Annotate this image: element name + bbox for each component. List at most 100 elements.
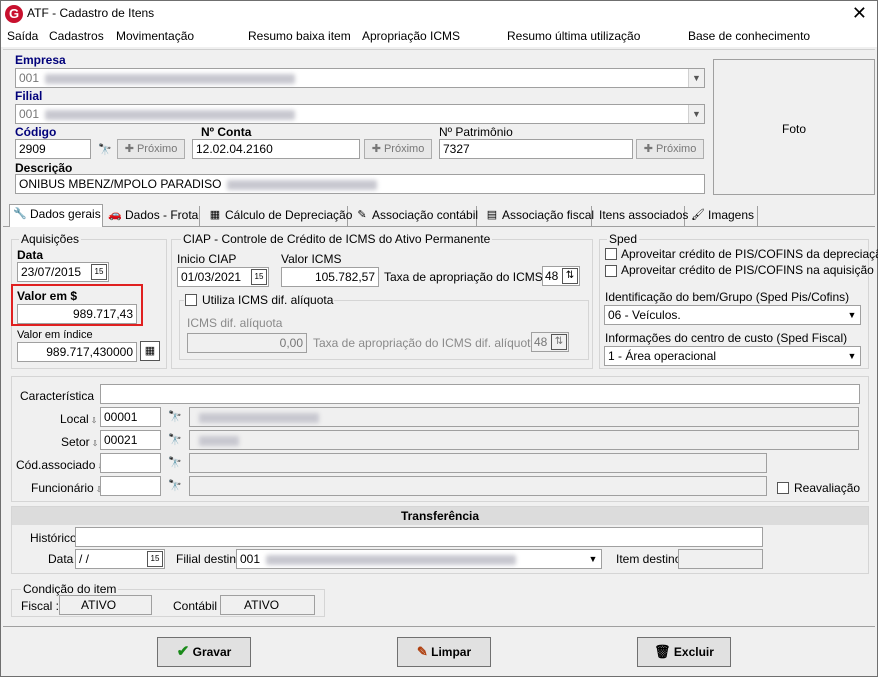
transferencia-title: Transferência: [12, 507, 868, 525]
codigo-label: Código: [15, 125, 57, 139]
identificacao-select[interactable]: 06 - Veículos. ▼: [604, 305, 861, 325]
binoculars-icon[interactable]: 🔭: [165, 430, 185, 450]
cod-associado-input[interactable]: [100, 453, 161, 473]
inicio-ciap-input[interactable]: 01/03/2021 15: [177, 267, 269, 287]
taxa-dif-spinner[interactable]: 48 ⇅: [531, 332, 569, 352]
local-description: [189, 407, 859, 427]
spinner-arrows-icon[interactable]: ⇅: [562, 268, 578, 284]
taxa-dif-label: Taxa de apropriação do ICMS dif. alíquot…: [313, 336, 551, 350]
npatrimonio-label: Nº Patrimônio: [439, 125, 513, 139]
pis-cofins-depreciacao-checkbox[interactable]: [605, 248, 617, 260]
codigo-input[interactable]: 2909: [15, 139, 91, 159]
fiscal-value: ATIVO: [59, 595, 152, 615]
tab-itens-associados[interactable]: Itens associados: [595, 206, 688, 227]
binoculars-icon[interactable]: 🔭: [95, 140, 115, 160]
valor-indice-label: Valor em índice: [17, 329, 93, 341]
funcionario-label: Funcionário⇩: [31, 481, 102, 495]
main-window: G ATF - Cadastro de Itens ✕ Saída Cadast…: [0, 0, 878, 677]
chevron-down-icon[interactable]: ▼: [844, 306, 860, 324]
nconta-label: Nº Conta: [201, 125, 252, 139]
chevron-down-icon[interactable]: ▼: [688, 69, 704, 87]
historico-label: Histórico: [30, 531, 77, 545]
paintbrush-icon: 🖌: [691, 209, 705, 221]
reavaliacao-checkbox[interactable]: [777, 482, 789, 494]
filial-destino-select[interactable]: 001 ▼: [236, 549, 602, 569]
calculator-icon[interactable]: ▦: [140, 341, 160, 361]
caracteristica-input[interactable]: [100, 384, 860, 404]
document-icon: ▤: [486, 209, 498, 221]
valor-indice-input[interactable]: 989.717,430000: [17, 342, 137, 362]
npatrimonio-input[interactable]: 7327: [439, 139, 633, 159]
filial-name-redacted: [45, 109, 296, 120]
tab-associacao-fiscal[interactable]: ▤ Associação fiscal: [482, 206, 594, 227]
utiliza-icms-label: Utiliza ICMS dif. alíquota: [202, 293, 334, 307]
transf-data-input[interactable]: / / 15: [75, 549, 165, 569]
menu-resumo-baixa[interactable]: Resumo baixa item: [248, 29, 351, 43]
foto-label: Foto: [781, 122, 806, 136]
funcionario-description: [189, 476, 767, 496]
menu-cadastros[interactable]: Cadastros: [49, 29, 104, 43]
info-centro-custo-select[interactable]: 1 - Área operacional ▼: [604, 346, 861, 366]
cod-associado-label: Cód.associado⇩: [16, 458, 104, 472]
filial-select[interactable]: 001 ▼: [15, 104, 705, 124]
utiliza-icms-header: Utiliza ICMS dif. alíquota: [184, 293, 334, 307]
calendar-icon[interactable]: 15: [251, 269, 267, 285]
calendar-icon[interactable]: 15: [91, 264, 107, 280]
valor-icms-input[interactable]: 105.782,57: [281, 267, 379, 287]
nconta-input[interactable]: 12.02.04.2160: [192, 139, 360, 159]
fiscal-label: Fiscal :: [21, 599, 60, 613]
tab-dados-gerais[interactable]: 🔧 Dados gerais: [9, 204, 103, 227]
menu-base-conhecimento[interactable]: Base de conhecimento: [688, 29, 810, 43]
menu-movimentacao[interactable]: Movimentação: [116, 29, 194, 43]
car-icon: 🚗: [108, 209, 122, 221]
proximo-button-codigo[interactable]: ✚ Próximo: [117, 139, 185, 159]
tab-dados-frota[interactable]: 🚗 Dados - Frota: [105, 206, 200, 227]
menu-apropriacao-icms[interactable]: Apropriação ICMS: [362, 29, 460, 43]
chevron-down-icon[interactable]: ▼: [688, 105, 704, 123]
inicio-ciap-label: Inicio CIAP: [177, 252, 237, 266]
pis-cofins-depreciacao-label: Aproveitar crédito de PIS/COFINS da depr…: [621, 247, 878, 261]
menu-saida[interactable]: Saída: [7, 29, 38, 43]
tab-associacao-contabil[interactable]: ✎ Associação contábil: [352, 206, 478, 227]
proximo-button-patrimonio[interactable]: ✚ Próximo: [636, 139, 704, 159]
descricao-value: ONIBUS MBENZ/MPOLO PARADISO: [19, 177, 222, 191]
chevron-down-icon[interactable]: ▼: [585, 550, 601, 568]
close-icon[interactable]: ✕: [852, 3, 867, 23]
descricao-redacted: [227, 179, 378, 190]
gravar-button[interactable]: ✔ Gravar: [157, 637, 251, 667]
spinner-arrows-icon[interactable]: ⇅: [551, 334, 567, 350]
binoculars-icon[interactable]: 🔭: [165, 407, 185, 427]
valor-label: Valor em $: [17, 289, 78, 303]
icms-dif-input[interactable]: 0,00: [187, 333, 307, 353]
local-input[interactable]: 00001: [100, 407, 161, 427]
valor-input[interactable]: 989.717,43: [17, 304, 137, 324]
historico-input[interactable]: [75, 527, 763, 547]
cod-associado-description: [189, 453, 767, 473]
checkmark-icon: ✔: [176, 643, 190, 660]
chevron-down-icon[interactable]: ▼: [844, 347, 860, 365]
filial-destino-redacted: [266, 554, 517, 565]
excluir-button[interactable]: 🗑 Excluir: [637, 637, 731, 667]
data-aquisicao-input[interactable]: 23/07/2015 15: [17, 262, 109, 282]
pis-cofins-aquisicao-checkbox[interactable]: [605, 265, 617, 277]
tab-imagens[interactable]: 🖌 Imagens: [688, 206, 758, 227]
calendar-icon[interactable]: 15: [147, 551, 163, 567]
funcionario-input[interactable]: [100, 476, 161, 496]
tab-calculo-depreciacao[interactable]: ▦ Cálculo de Depreciação: [205, 206, 352, 227]
identificacao-label: Identificação do bem/Grupo (Sped Pis/Cof…: [605, 290, 850, 304]
filial-label: Filial: [15, 89, 43, 103]
utiliza-icms-checkbox[interactable]: [185, 294, 197, 306]
empresa-select[interactable]: 001 ▼: [15, 68, 705, 88]
limpar-button[interactable]: ✎ Limpar: [397, 637, 491, 667]
binoculars-icon[interactable]: 🔭: [165, 476, 185, 496]
contabil-value: ATIVO: [220, 595, 315, 615]
proximo-button-conta[interactable]: ✚ Próximo: [364, 139, 432, 159]
descricao-label: Descrição: [15, 161, 73, 175]
taxa-apropriacao-spinner[interactable]: 48 ⇅: [542, 266, 580, 286]
photo-box[interactable]: Foto: [713, 59, 875, 195]
menu-resumo-ultima[interactable]: Resumo última utilização: [507, 29, 640, 43]
setor-input[interactable]: 00021: [100, 430, 161, 450]
binoculars-icon[interactable]: 🔭: [165, 453, 185, 473]
icms-dif-label: ICMS dif. alíquota: [187, 316, 283, 330]
descricao-input[interactable]: ONIBUS MBENZ/MPOLO PARADISO: [15, 174, 705, 194]
